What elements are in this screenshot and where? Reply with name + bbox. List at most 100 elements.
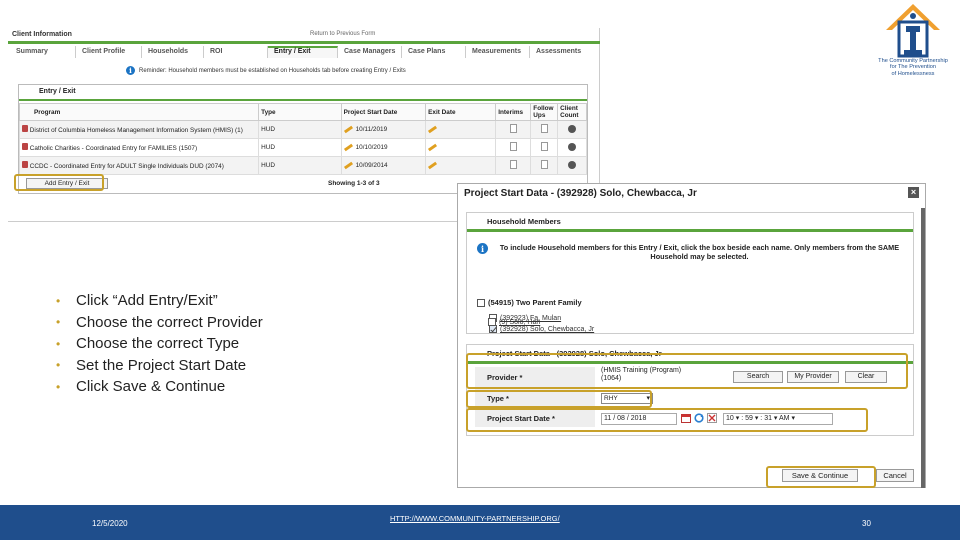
type-highlight — [466, 390, 652, 408]
add-entry-exit-highlight — [14, 174, 104, 191]
edit-pencil-icon[interactable] — [428, 161, 438, 170]
program-cell: CCDC - Coordinated Entry for ADULT Singl… — [18, 156, 260, 175]
col-type[interactable]: Type — [258, 103, 342, 121]
col-client-count: Client Count — [557, 103, 587, 121]
cancel-button[interactable]: Cancel — [876, 469, 914, 482]
household-reminder: i Reminder: Household members must be es… — [126, 66, 406, 75]
type-cell: HUD — [258, 138, 342, 157]
bullet-icon: • — [56, 315, 61, 330]
interims-cell — [495, 156, 532, 175]
client-info-title: Client Information — [12, 31, 72, 38]
interims-icon[interactable] — [509, 124, 517, 133]
client-count-icon[interactable] — [568, 142, 577, 151]
trash-icon[interactable] — [22, 143, 28, 150]
showing-count: Showing 1-3 of 3 — [328, 180, 380, 187]
bullet-icon: • — [56, 293, 61, 308]
client-info-tabs: Summary Client Profile Households ROI En… — [10, 46, 590, 58]
col-interims: Interims — [495, 103, 532, 121]
member-row[interactable]: (392928) Solo, Chewbacca, Jr — [489, 325, 594, 333]
bullet-icon: • — [56, 379, 61, 394]
tab-entry-exit[interactable]: Entry / Exit — [268, 46, 338, 58]
member-checkbox-checked[interactable] — [489, 325, 497, 333]
community-partnership-logo: The Community Partnership for The Preven… — [866, 0, 960, 86]
edit-pencil-icon[interactable] — [343, 143, 353, 152]
col-follow-ups: Follow Ups — [530, 103, 559, 121]
dialog-title: Project Start Data - (392928) Solo, Chew… — [464, 188, 697, 199]
start-date-cell: 10/10/2019 — [340, 138, 427, 157]
info-icon: i — [477, 243, 488, 254]
client-info-green-bar — [8, 41, 600, 44]
follow-ups-cell — [530, 156, 559, 175]
client-count-cell — [557, 138, 587, 157]
interims-cell — [495, 138, 532, 157]
exit-date-cell — [425, 138, 497, 157]
save-continue-highlight — [766, 466, 876, 488]
logo-text: The Community Partnership for The Preven… — [878, 58, 948, 77]
provider-highlight — [466, 353, 908, 389]
project-start-dialog: Project Start Data - (392928) Solo, Chew… — [457, 183, 926, 488]
instruction-item: • Choose the correct Provider — [56, 313, 263, 331]
household-info-text: To include Household members for this En… — [499, 243, 900, 261]
type-cell: HUD — [258, 120, 342, 139]
table-row: Catholic Charities - Coordinated Entry f… — [18, 138, 587, 157]
footer-bar: 12/5/2020 HTTP://WWW.COMMUNITY-PARTNERSH… — [0, 505, 960, 540]
client-info-header: Client Information Return to Previous Fo… — [8, 28, 599, 42]
follow-ups-cell — [530, 138, 559, 157]
household-members-title: Household Members — [487, 217, 561, 226]
household-members-panel: Household Members i To include Household… — [466, 212, 914, 334]
bullet-icon: • — [56, 358, 61, 373]
tab-case-managers[interactable]: Case Managers — [338, 46, 402, 58]
col-program[interactable]: Program — [18, 103, 260, 121]
table-header-row: Program Type Project Start Date Exit Dat… — [18, 103, 587, 121]
follow-ups-cell — [530, 120, 559, 139]
edit-pencil-icon[interactable] — [428, 125, 438, 134]
household-family[interactable]: (54915) Two Parent Family — [477, 298, 582, 308]
client-count-cell — [557, 120, 587, 139]
tab-measurements[interactable]: Measurements — [466, 46, 530, 58]
trash-icon[interactable] — [22, 125, 28, 132]
edit-pencil-icon[interactable] — [343, 125, 353, 134]
tab-case-plans[interactable]: Case Plans — [402, 46, 466, 58]
entry-exit-table: Program Type Project Start Date Exit Dat… — [18, 103, 587, 175]
tab-assessments[interactable]: Assessments — [530, 46, 590, 58]
interims-icon[interactable] — [509, 160, 517, 169]
follow-ups-icon[interactable] — [540, 160, 548, 169]
instruction-item: • Choose the correct Type — [56, 335, 240, 353]
edit-pencil-icon[interactable] — [428, 143, 438, 152]
start-date-cell: 10/11/2019 — [340, 120, 427, 139]
return-previous-link[interactable]: Return to Previous Form — [310, 31, 375, 37]
interims-cell — [495, 120, 532, 139]
instruction-item: • Set the Project Start Date — [56, 356, 247, 374]
tab-households[interactable]: Households — [142, 46, 204, 58]
interims-icon[interactable] — [509, 142, 517, 151]
type-cell: HUD — [258, 156, 342, 175]
table-row: CCDC - Coordinated Entry for ADULT Singl… — [18, 156, 587, 175]
tab-roi[interactable]: ROI — [204, 46, 268, 58]
family-checkbox[interactable] — [477, 299, 485, 308]
tab-client-profile[interactable]: Client Profile — [76, 46, 142, 58]
close-icon[interactable]: × — [908, 187, 919, 198]
exit-date-cell — [425, 156, 497, 175]
panel-green-bar — [19, 99, 587, 101]
follow-ups-icon[interactable] — [540, 142, 548, 151]
client-count-icon[interactable] — [568, 160, 577, 169]
reminder-text: Reminder: Household members must be esta… — [139, 67, 406, 74]
follow-ups-icon[interactable] — [540, 124, 548, 133]
info-icon: i — [126, 66, 135, 75]
household-green-bar — [467, 229, 913, 232]
entry-exit-panel-title: Entry / Exit — [19, 85, 587, 99]
dialog-scrollbar[interactable] — [921, 208, 925, 488]
bullet-icon: • — [56, 336, 61, 351]
client-count-icon[interactable] — [568, 124, 577, 133]
house-logo-icon — [886, 4, 940, 58]
col-exit-date[interactable]: Exit Date — [425, 103, 497, 121]
member-checkbox[interactable] — [488, 318, 496, 326]
col-start-date[interactable]: Project Start Date — [340, 103, 427, 121]
footer-url-link[interactable]: HTTP://WWW.COMMUNITY-PARTNERSHIP.ORG/ — [390, 514, 560, 523]
slide-number: 30 — [862, 519, 871, 528]
tab-summary[interactable]: Summary — [10, 46, 76, 58]
start-date-highlight — [466, 408, 868, 432]
trash-icon[interactable] — [22, 161, 28, 168]
edit-pencil-icon[interactable] — [343, 161, 353, 170]
member-row[interactable]: (9) Solo, Han — [488, 318, 540, 326]
